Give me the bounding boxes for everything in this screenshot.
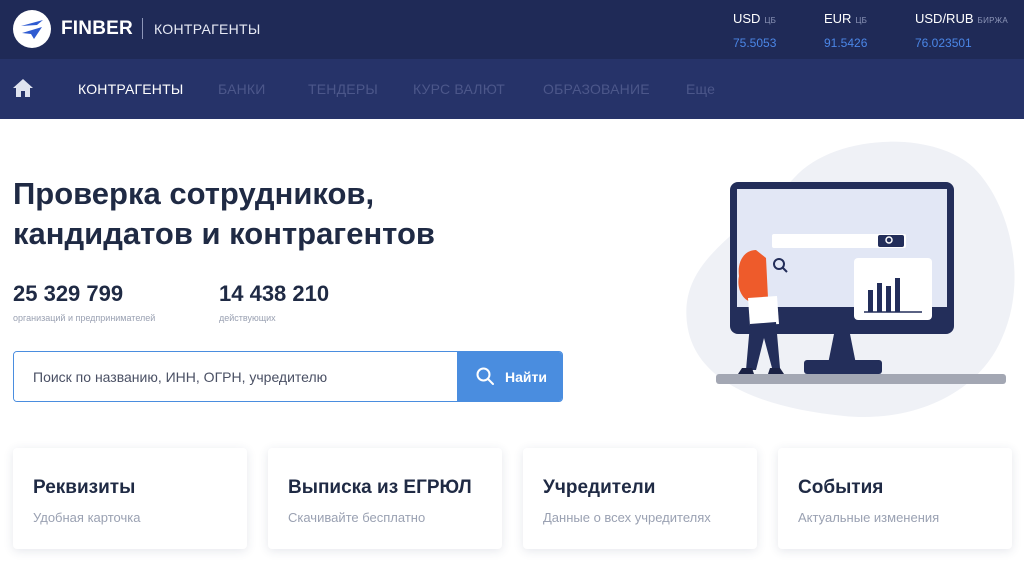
search-icon <box>476 367 494 388</box>
home-icon[interactable] <box>12 78 34 98</box>
rate-value: 75.5053 <box>733 36 777 50</box>
brand-divider <box>142 18 143 39</box>
card-founders[interactable]: Учредители Данные о всех учредителях <box>523 448 757 549</box>
top-bar: FINBER КОНТРАГЕНТЫ USD ЦБ 75.5053 EUR ЦБ 9… <box>0 0 1024 59</box>
search-bar: Найти <box>13 351 563 402</box>
nav-item-banks[interactable]: БАНКИ <box>218 81 266 97</box>
rate-code: USD <box>733 11 761 26</box>
section-title[interactable]: КОНТРАГЕНТЫ <box>154 21 261 37</box>
card-subtitle: Удобная карточка <box>33 510 141 525</box>
card-subtitle: Скачивайте бесплатно <box>288 510 426 525</box>
card-title: Реквизиты <box>33 477 136 498</box>
rate-source: БИРЖА <box>977 16 1008 25</box>
nav-item-more[interactable]: Еще <box>686 81 715 97</box>
finber-logo[interactable] <box>13 10 51 48</box>
card-title: Учредители <box>543 477 656 498</box>
rate-value: 91.5426 <box>824 36 868 50</box>
card-subtitle: Актуальные изменения <box>798 510 940 525</box>
card-events[interactable]: События Актуальные изменения <box>778 448 1012 549</box>
nav-item-education[interactable]: ОБРАЗОВАНИЕ <box>543 81 650 97</box>
nav-item-tenders[interactable]: ТЕНДЕРЫ <box>308 81 378 97</box>
stat-label: действующих <box>219 313 276 323</box>
main-nav: КОНТРАГЕНТЫ БАНКИ ТЕНДЕРЫ КУРС ВАЛЮТ ОБР… <box>0 59 1024 119</box>
nav-item-exchange-rates[interactable]: КУРС ВАЛЮТ <box>413 81 505 97</box>
search-button-label: Найти <box>505 369 547 385</box>
rate-value: 76.023501 <box>915 36 972 50</box>
page-title: Проверка сотрудников, кандидатов и контр… <box>13 174 573 254</box>
rate-source: ЦБ <box>764 16 777 25</box>
hero-illustration <box>684 138 1024 418</box>
stat-organizations: 25 329 799 организаций и предпринимателе… <box>13 281 155 323</box>
stat-value: 25 329 799 <box>13 281 124 306</box>
stat-active: 14 438 210 действующих <box>219 281 329 323</box>
page-title-line1: Проверка сотрудников, <box>13 176 375 211</box>
stat-value: 14 438 210 <box>219 281 330 306</box>
search-button[interactable]: Найти <box>457 352 562 401</box>
card-egrul-extract[interactable]: Выписка из ЕГРЮЛ Скачивайте бесплатно <box>268 448 502 549</box>
brand-name[interactable]: FINBER <box>61 18 133 40</box>
rate-usd-rub: USD/RUB БИРЖА 76.023501 <box>915 10 1008 50</box>
rate-source: ЦБ <box>855 16 868 25</box>
page-title-line2: кандидатов и контрагентов <box>13 216 435 251</box>
rate-code: USD/RUB <box>915 11 974 26</box>
rate-code: EUR <box>824 11 852 26</box>
card-requisites[interactable]: Реквизиты Удобная карточка <box>13 448 247 549</box>
stat-label: организаций и предпринимателей <box>13 313 156 323</box>
card-title: Выписка из ЕГРЮЛ <box>288 477 472 498</box>
rate-usd: USD ЦБ 75.5053 <box>733 10 776 50</box>
card-title: События <box>798 477 884 498</box>
search-input[interactable] <box>14 352 457 401</box>
nav-item-counterparties[interactable]: КОНТРАГЕНТЫ <box>78 81 183 97</box>
rate-eur: EUR ЦБ 91.5426 <box>824 10 867 50</box>
card-subtitle: Данные о всех учредителях <box>543 510 711 525</box>
